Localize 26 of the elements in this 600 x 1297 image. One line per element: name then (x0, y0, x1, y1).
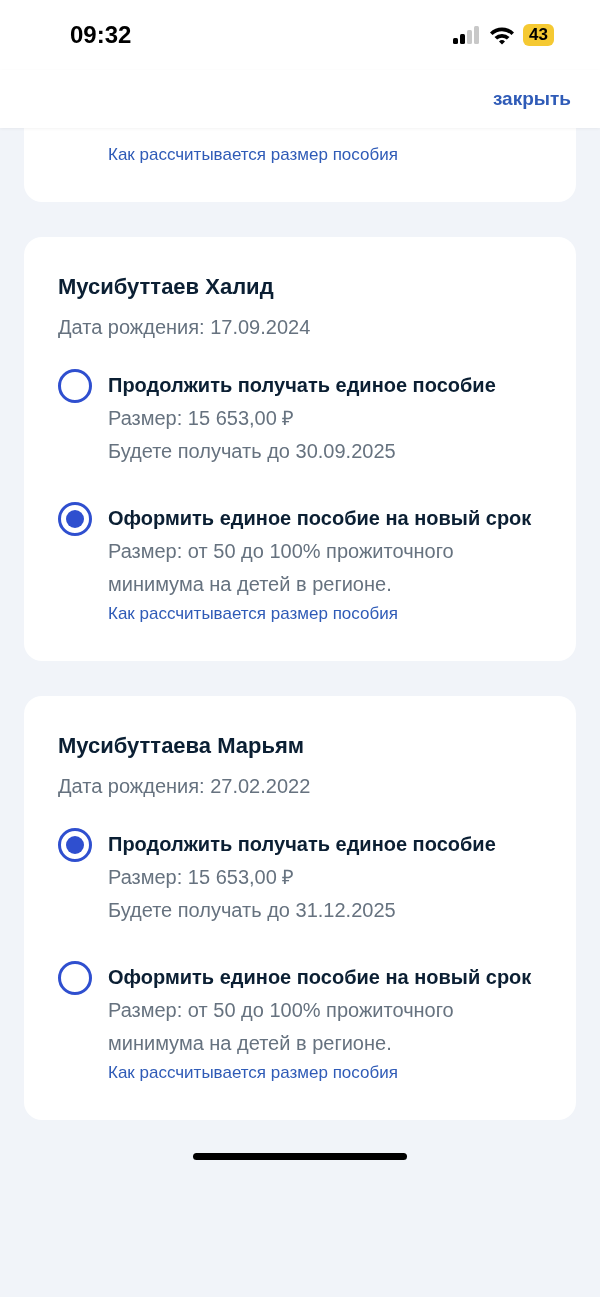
option-detail: Будете получать до 30.09.2025 (108, 439, 397, 464)
option-detail: Размер: от 50 до 100% прожиточного минимума на детей в регионе. (108, 998, 455, 1056)
option-title: Продолжить получать единое пособие (108, 832, 496, 857)
birth-date: Дата рождения: 17.09.2024 (58, 315, 312, 340)
info-link[interactable]: Как рассчитывается размер пособия (108, 144, 398, 166)
radio-button[interactable] (58, 828, 92, 862)
info-link[interactable]: Как рассчитывается размер пособия (108, 603, 542, 625)
option-title: Продолжить получать единое пособие (108, 373, 496, 398)
radio-button[interactable] (58, 369, 92, 403)
status-time: 09:32 (70, 21, 133, 49)
birth-date: Дата рождения: 27.02.2022 (58, 774, 312, 799)
close-link[interactable]: закрыть (492, 88, 571, 110)
option-detail: Размер: от 50 до 100% прожиточного минимума на детей в регионе. (108, 539, 455, 597)
option-detail: Размер: 15 653,00 ₽ (108, 406, 296, 431)
signal-icon (453, 26, 482, 44)
option-title: Оформить единое пособие на новый срок (108, 506, 533, 531)
child-name: Мусибуттаева Марьям (58, 732, 306, 760)
child-name: Мусибуттаев Халид (58, 273, 275, 301)
wifi-icon (489, 25, 516, 45)
option-title: Оформить единое пособие на новый срок (108, 965, 533, 990)
option-detail: Размер: 15 653,00 ₽ (108, 865, 296, 890)
battery-level: 43 (523, 24, 554, 46)
option-detail: Будете получать до 31.12.2025 (108, 898, 397, 923)
radio-button[interactable] (58, 502, 92, 536)
info-link[interactable]: Как рассчитывается размер пособия (108, 1062, 542, 1084)
radio-button[interactable] (58, 961, 92, 995)
